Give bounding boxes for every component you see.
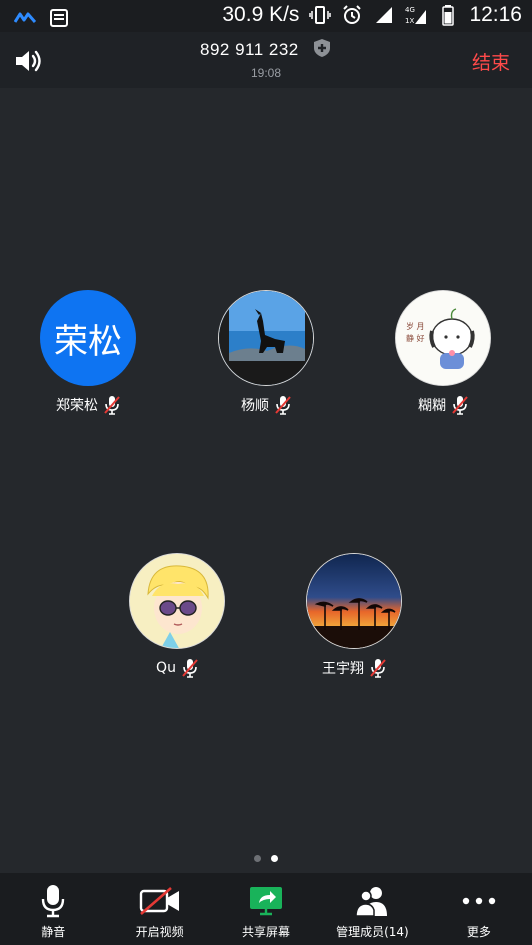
share-screen-label: 共享屏幕 — [242, 925, 291, 939]
page-indicator[interactable] — [0, 855, 532, 862]
svg-text:1X: 1X — [405, 17, 414, 25]
participant-tile[interactable]: Qu — [97, 553, 257, 679]
network-speed: 30.9 K/s — [222, 3, 300, 26]
call-header: 892 911 232 19:08 结束 — [0, 32, 532, 88]
mic-muted-icon — [104, 395, 120, 415]
participant-name: 王宇翔 — [322, 661, 364, 677]
svg-text:岁 月: 岁 月 — [406, 321, 425, 331]
svg-text:静 好: 静 好 — [406, 333, 425, 343]
more-label: 更多 — [466, 925, 491, 939]
manage-members-label: 管理成员(14) — [336, 925, 409, 939]
avatar: 荣松 — [40, 290, 136, 386]
participant-name: 杨顺 — [241, 398, 269, 414]
alarm-icon — [341, 4, 363, 26]
mic-muted-icon — [370, 658, 386, 678]
clock: 12:16 — [469, 3, 522, 26]
meeting-id-row: 892 911 232 — [0, 38, 532, 63]
video-off-icon — [139, 883, 181, 919]
microphone-icon — [40, 883, 66, 919]
svg-text:4G: 4G — [405, 6, 415, 14]
start-video-label: 开启视频 — [135, 925, 184, 939]
participant-tile[interactable]: 杨顺 — [186, 290, 346, 416]
vibrate-icon — [309, 4, 332, 26]
mute-label: 静音 — [41, 925, 66, 939]
participant-tile[interactable]: 岁 月 静 好 糊糊 — [363, 290, 523, 416]
share-screen-button[interactable]: 共享屏幕 — [213, 873, 319, 945]
meeting-id: 892 911 232 — [199, 40, 299, 59]
end-call-button[interactable]: 结束 — [472, 48, 510, 75]
mic-muted-icon — [182, 658, 198, 678]
meeting-toolbar: 静音 开启视频 共享屏幕 管理成员(14) 更多 — [0, 873, 532, 945]
share-screen-icon — [248, 883, 284, 919]
participant-name: 糊糊 — [418, 398, 446, 414]
page-dot[interactable] — [254, 855, 261, 862]
avatar — [306, 553, 402, 649]
mic-muted-icon — [452, 395, 468, 415]
mute-button[interactable]: 静音 — [0, 873, 106, 945]
participant-tile[interactable]: 王宇翔 — [274, 553, 434, 679]
manage-members-button[interactable]: 管理成员(14) — [319, 873, 425, 945]
call-duration: 19:08 — [250, 66, 282, 80]
participant-name: 郑荣松 — [56, 398, 98, 414]
shield-plus-icon[interactable] — [312, 38, 332, 63]
signal-icon — [373, 4, 395, 26]
avatar: 岁 月 静 好 — [395, 290, 491, 386]
app-notification-icon — [14, 7, 36, 29]
4g-signal-icon: 4G 1X — [405, 4, 427, 26]
avatar — [218, 290, 314, 386]
participant-name: Qu — [156, 660, 176, 676]
more-button[interactable]: 更多 — [426, 873, 532, 945]
more-dots-icon — [461, 883, 497, 919]
status-bar: 30.9 K/s 4G 1X 12:16 — [0, 0, 532, 32]
start-video-button[interactable]: 开启视频 — [106, 873, 212, 945]
avatar — [129, 553, 225, 649]
mic-muted-icon — [275, 395, 291, 415]
battery-icon — [437, 4, 459, 26]
participant-tile[interactable]: 荣松 郑荣松 — [8, 290, 168, 416]
storage-icon — [48, 7, 70, 29]
page-dot-active[interactable] — [271, 855, 278, 862]
members-icon — [354, 883, 390, 919]
